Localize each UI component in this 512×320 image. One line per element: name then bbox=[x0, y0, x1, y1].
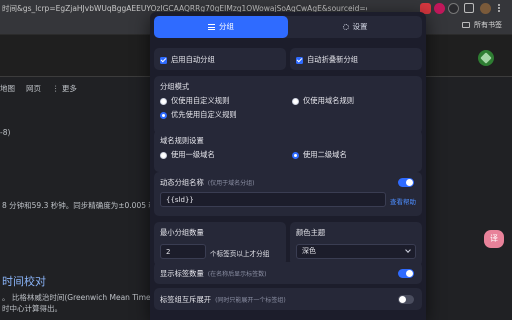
result-fragment: 8 分钟和59.3 秒钟。同步精确度为±0.005 秒钟。 bbox=[2, 201, 171, 210]
dynamic-name-toggle[interactable] bbox=[398, 178, 414, 187]
accordion-title: 标签组互斥展开 (同时只能展开一个标签组) bbox=[160, 295, 286, 305]
tab-settings[interactable]: 设置 bbox=[288, 16, 422, 38]
min-tabs-input[interactable]: 2 bbox=[160, 244, 206, 259]
radio-label: 使用一级域名 bbox=[171, 150, 215, 159]
min-tabs-card: 最小分组数量 2 个标签页以上才分组 bbox=[154, 222, 286, 266]
show-count-hint: (在名称后显示标签数) bbox=[207, 271, 267, 278]
help-link[interactable]: 查看帮助 bbox=[390, 196, 416, 206]
show-count-card: 显示标签数量 (在名称后显示标签数) bbox=[154, 262, 422, 284]
radio-icon bbox=[292, 97, 299, 105]
radio-custom-first[interactable]: 优先使用自定义规则 bbox=[160, 110, 237, 120]
user-avatar[interactable] bbox=[478, 50, 494, 66]
tab-group-label: 分组 bbox=[219, 22, 234, 31]
dynamic-name-hint: (仅用于域名分组) bbox=[207, 180, 255, 187]
all-bookmarks[interactable]: 所有书签 bbox=[462, 20, 502, 30]
radio-icon bbox=[160, 151, 167, 159]
tab-group-extension-icon[interactable] bbox=[448, 3, 459, 14]
radio-selected-icon bbox=[160, 111, 167, 119]
tab-settings-label: 设置 bbox=[352, 22, 368, 31]
checkbox-checked-icon bbox=[296, 56, 303, 64]
profile-avatar[interactable] bbox=[480, 3, 491, 14]
accordion-label: 标签组互斥展开 bbox=[160, 295, 212, 304]
tab-maps[interactable]: 地图 bbox=[0, 83, 15, 94]
dynamic-name-card: 动态分组名称 (仅用于域名分组) {{sld}} 查看帮助 bbox=[154, 172, 422, 216]
kebab-menu-icon[interactable] bbox=[498, 3, 501, 14]
radio-label: 仅使用自定义规则 bbox=[171, 96, 230, 105]
auto-group-card: 启用自动分组 bbox=[154, 48, 286, 70]
domain-rule-title: 域名规则设置 bbox=[160, 136, 204, 145]
popup-tabbar: 分组 设置 bbox=[154, 16, 422, 38]
extension-area bbox=[420, 0, 512, 17]
folder-icon bbox=[462, 22, 470, 28]
all-bookmarks-label: 所有书签 bbox=[474, 21, 502, 29]
group-mode-title: 分组模式 bbox=[160, 82, 190, 91]
dynamic-name-title: 动态分组名称 (仅用于域名分组) bbox=[160, 178, 254, 188]
auto-group-checkbox[interactable]: 启用自动分组 bbox=[160, 55, 215, 65]
gear-icon bbox=[342, 24, 349, 30]
chevron-down-icon bbox=[405, 247, 411, 253]
accordion-toggle[interactable] bbox=[398, 295, 414, 304]
radio-icon bbox=[160, 97, 167, 105]
radio-label: 使用二级域名 bbox=[303, 150, 347, 159]
group-mode-card: 分组模式 仅使用自定义规则 仅使用域名规则 优先使用自定义规则 bbox=[154, 76, 422, 134]
tab-web[interactable]: 网页 bbox=[26, 83, 41, 94]
theme-select-value: 深色 bbox=[302, 247, 316, 255]
radio-custom-only[interactable]: 仅使用自定义规则 bbox=[160, 96, 229, 106]
radio-selected-icon bbox=[292, 151, 299, 159]
dynamic-name-input[interactable]: {{sld}} bbox=[160, 192, 386, 207]
auto-collapse-card: 自动折叠新分组 bbox=[290, 48, 422, 70]
dynamic-name-label: 动态分组名称 bbox=[160, 178, 204, 187]
result-snippet: 时中心计算得出。 bbox=[2, 304, 62, 313]
radio-domain-only[interactable]: 仅使用域名规则 bbox=[292, 96, 354, 106]
translate-button[interactable]: 译 bbox=[484, 230, 504, 248]
radio-top-level-domain[interactable]: 使用一级域名 bbox=[160, 150, 215, 160]
result-fragment: -8) bbox=[0, 128, 11, 137]
theme-title: 颜色主题 bbox=[296, 228, 326, 237]
show-count-title: 显示标签数量 (在名称后显示标签数) bbox=[160, 269, 266, 279]
extension-icon-pink[interactable] bbox=[434, 3, 445, 14]
show-count-toggle[interactable] bbox=[398, 269, 414, 278]
result-heading[interactable]: 时间校对 bbox=[2, 273, 46, 289]
accordion-card: 标签组互斥展开 (同时只能展开一个标签组) bbox=[154, 288, 422, 310]
radio-label: 仅使用域名规则 bbox=[303, 96, 355, 105]
tab-group[interactable]: 分组 bbox=[154, 16, 288, 38]
extension-popup: 分组 设置 启用自动分组 自动折叠新分组 分组模式 仅使用自定义规则 仅使用域名… bbox=[150, 12, 426, 320]
radio-label: 优先使用自定义规则 bbox=[171, 110, 237, 119]
theme-card: 颜色主题 深色 bbox=[290, 222, 422, 266]
auto-collapse-label: 自动折叠新分组 bbox=[307, 55, 359, 64]
domain-rule-card: 域名规则设置 使用一级域名 使用二级域名 bbox=[154, 130, 422, 172]
result-snippet: 。 比格林威治时间(Greenwich Mean Time简称 bbox=[2, 293, 166, 302]
list-icon bbox=[208, 24, 215, 30]
theme-select[interactable]: 深色 bbox=[296, 244, 416, 259]
show-count-label: 显示标签数量 bbox=[160, 269, 204, 278]
accordion-hint: (同时只能展开一个标签组) bbox=[215, 297, 286, 304]
checkbox-checked-icon bbox=[160, 56, 167, 64]
auto-collapse-checkbox[interactable]: 自动折叠新分组 bbox=[296, 55, 358, 65]
extensions-puzzle-icon[interactable] bbox=[464, 3, 474, 13]
radio-second-level-domain[interactable]: 使用二级域名 bbox=[292, 150, 347, 160]
auto-group-label: 启用自动分组 bbox=[171, 55, 215, 64]
min-tabs-suffix: 个标签页以上才分组 bbox=[210, 250, 270, 258]
tab-more[interactable]: ⋮ 更多 bbox=[52, 83, 77, 94]
min-tabs-title: 最小分组数量 bbox=[160, 228, 204, 237]
